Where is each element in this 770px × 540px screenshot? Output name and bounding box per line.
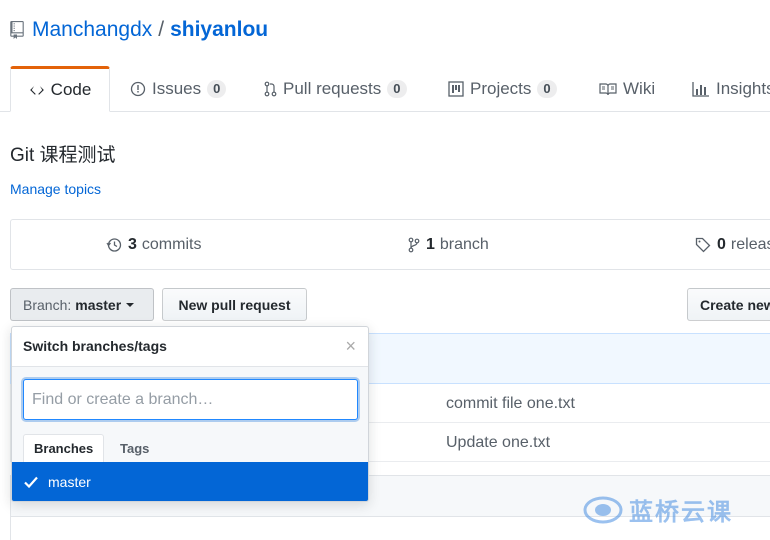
manage-topics-link[interactable]: Manage topics [10,181,101,197]
close-icon[interactable]: × [345,337,356,355]
branch-select-value: master [75,296,122,313]
tab-insights-label: Insights [716,79,770,98]
tab-wiki[interactable]: Wiki [599,66,655,112]
pull-requests-counter: 0 [387,80,407,98]
create-new-file-button[interactable]: Create new file [687,288,770,321]
branch-select-label: Branch: [23,296,72,313]
tab-tags[interactable]: Tags [110,434,159,462]
issue-icon [130,81,146,97]
graph-icon [692,82,709,97]
branch-dropdown: Switch branches/tags × Branches Tags mas… [11,326,369,502]
tab-insights[interactable]: Insights [692,66,770,112]
tab-pull-requests-label: Pull requests [283,79,382,98]
tab-wiki-label: Wiki [623,79,656,98]
branch-count: 1 [426,236,435,253]
releases-count: 0 [717,236,726,253]
book-icon [599,83,617,96]
branch-item-master[interactable]: master [12,462,368,501]
branch-select-button[interactable]: Branch: master [10,288,154,321]
commits-link[interactable]: 3 commits [106,236,201,254]
tab-pull-requests[interactable]: Pull requests 0 [263,66,407,112]
branch-label: branch [439,236,489,253]
projects-counter: 0 [537,80,557,98]
pull-request-icon [264,81,277,97]
file-commit-message[interactable]: Update one.txt [446,434,550,452]
project-icon [448,81,464,97]
releases-link[interactable]: 0 releases [695,236,770,254]
code-icon [29,85,44,95]
dropdown-title: Switch branches/tags [23,338,167,354]
commits-label: commits [141,236,202,253]
watermark-text: 蓝桥云课 [629,499,733,526]
issues-counter: 0 [207,80,227,98]
tab-projects-label: Projects [470,79,532,98]
watermark-logo-icon [583,496,623,523]
git-branch-icon [408,237,420,253]
check-icon [24,476,38,488]
watermark: 蓝桥云课 [583,492,733,527]
repo-name-link[interactable]: shiyanlou [170,18,268,42]
branch-filter-input[interactable] [23,379,358,420]
caret-down-icon [126,302,135,307]
new-pull-request-button[interactable]: New pull request [162,288,307,321]
tab-branches[interactable]: Branches [23,434,105,462]
tab-projects[interactable]: Projects 0 [448,66,557,112]
repo-icon [10,21,24,39]
tab-code[interactable]: Code [10,66,110,112]
commits-count: 3 [128,236,137,253]
branches-link[interactable]: 1 branch [408,236,489,254]
tag-icon [695,237,711,253]
path-separator: / [158,18,165,41]
repo-header: Manchangdx / shiyanlou [10,16,268,44]
file-commit-message[interactable]: commit file one.txt [446,395,575,413]
repo-description: Git 课程测试 [10,145,116,166]
history-icon [106,238,122,252]
tab-code-label: Code [50,80,92,99]
tab-issues-label: Issues [152,79,202,98]
tab-issues[interactable]: Issues 0 [130,66,227,112]
dropdown-filter-area: Branches Tags [12,367,368,462]
releases-label: releases [730,236,770,253]
repo-owner-link[interactable]: Manchangdx [32,18,152,42]
branch-item-label: master [48,474,91,490]
